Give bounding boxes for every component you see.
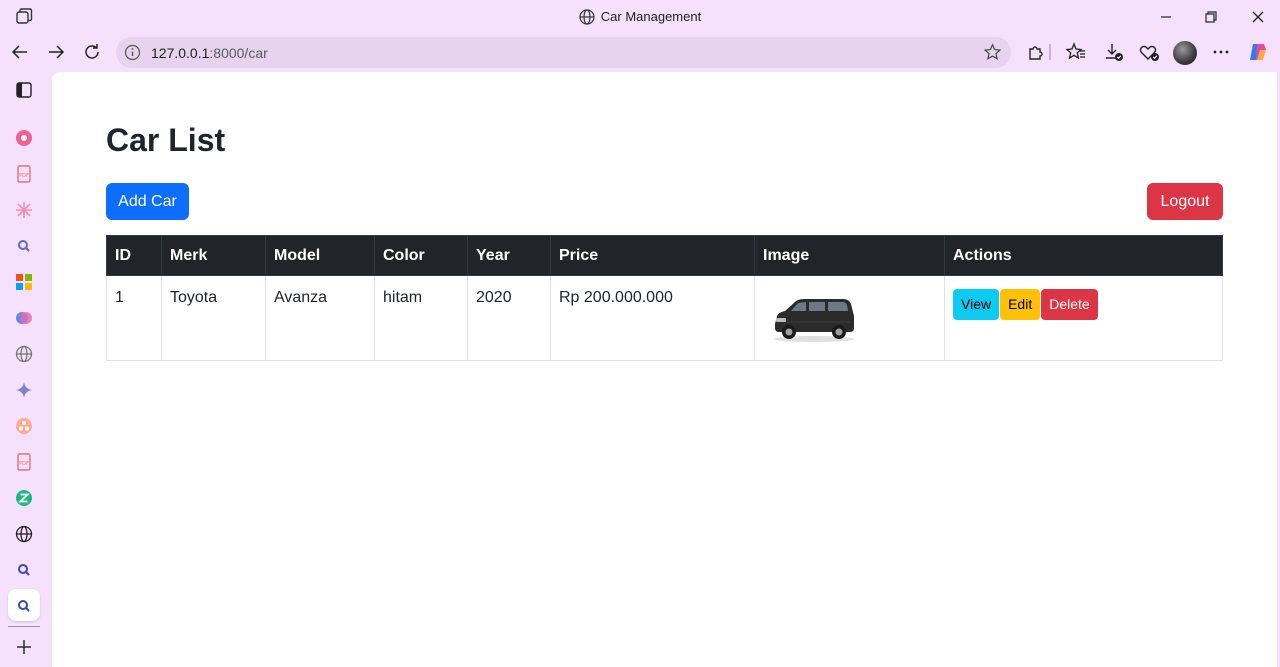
copilot-icon[interactable] xyxy=(1247,41,1269,63)
profile-avatar[interactable] xyxy=(1173,41,1197,65)
browser-essentials-icon[interactable] xyxy=(1138,41,1160,63)
page-title: Car List xyxy=(106,122,226,158)
svg-text:PDF: PDF xyxy=(19,173,29,179)
sidebar-toggle-icon[interactable] xyxy=(14,80,34,100)
cell-merk: Toyota xyxy=(161,275,266,361)
page-content: Car List Add Car Logout ID Merk Model Co… xyxy=(52,72,1277,667)
window-title-text: Car Management xyxy=(600,9,702,24)
url-host: 127.0.0.1 xyxy=(151,45,210,61)
url-path: :8000/car xyxy=(209,45,268,61)
site-info-icon[interactable] xyxy=(124,44,141,61)
close-icon[interactable] xyxy=(1247,6,1269,28)
header-image: Image xyxy=(754,235,945,276)
header-actions: Actions xyxy=(944,235,1223,276)
minimize-icon[interactable] xyxy=(1155,6,1177,28)
header-id: ID xyxy=(106,235,162,276)
cell-actions: View Edit Delete xyxy=(944,275,1223,361)
sidebar-divider xyxy=(8,626,40,627)
header-price: Price xyxy=(550,235,755,276)
back-icon[interactable] xyxy=(9,41,31,63)
pdf-icon[interactable]: PDF xyxy=(14,164,34,184)
cell-id: 1 xyxy=(106,275,162,361)
cell-price: Rp 200.000.000 xyxy=(550,275,755,361)
cell-year: 2020 xyxy=(467,275,551,361)
sparkle-icon[interactable] xyxy=(14,200,34,220)
header-merk: Merk xyxy=(161,235,266,276)
car-image xyxy=(774,299,854,342)
header-color: Color xyxy=(374,235,468,276)
search-icon[interactable] xyxy=(14,236,34,256)
globe-icon[interactable] xyxy=(14,524,34,544)
header-year: Year xyxy=(467,235,551,276)
browser-toolbar: 127.0.0.1:8000/car xyxy=(0,34,1280,70)
more-options-icon[interactable] xyxy=(1210,41,1232,63)
copilot-icon[interactable] xyxy=(14,308,34,328)
cell-color: hitam xyxy=(374,275,468,361)
edit-button[interactable]: Edit xyxy=(1000,289,1041,320)
music-icon[interactable] xyxy=(14,128,34,148)
downloads-icon[interactable] xyxy=(1102,41,1124,63)
toolbar-divider xyxy=(1049,44,1051,60)
globe-icon[interactable] xyxy=(14,344,34,364)
view-button[interactable]: View xyxy=(953,289,1000,320)
pdf-icon[interactable]: PDF xyxy=(14,452,34,472)
globe-icon xyxy=(579,9,595,25)
extensions-icon[interactable] xyxy=(1025,41,1047,63)
add-icon[interactable] xyxy=(14,637,34,657)
favorites-icon[interactable] xyxy=(1065,41,1087,63)
window-title: Car Management xyxy=(0,9,1280,25)
header-model: Model xyxy=(265,235,375,276)
add-car-button[interactable]: Add Car xyxy=(106,183,189,220)
delete-button[interactable]: Delete xyxy=(1041,289,1098,320)
table-row: 1 Toyota Avanza hitam 2020 Rp 200.000.00… xyxy=(106,275,1223,361)
url-text[interactable]: 127.0.0.1:8000/car xyxy=(151,45,268,61)
car-table: ID Merk Model Color Year Price Image Act… xyxy=(106,235,1223,361)
svg-text:PDF: PDF xyxy=(19,461,29,467)
cell-model: Avanza xyxy=(265,275,375,361)
title-bar: Car Management xyxy=(0,0,1280,34)
cell-image xyxy=(754,275,945,361)
search-icon[interactable] xyxy=(14,560,34,580)
refresh-icon[interactable] xyxy=(81,41,103,63)
browser-sidebar: PDF PDF xyxy=(0,72,48,667)
favorite-star-icon[interactable] xyxy=(983,43,1002,62)
table-header-row: ID Merk Model Color Year Price Image Act… xyxy=(106,235,1223,276)
office-icon[interactable] xyxy=(14,272,34,292)
restore-icon[interactable] xyxy=(1200,6,1222,28)
share-icon[interactable] xyxy=(14,416,34,436)
logout-button[interactable]: Logout xyxy=(1147,183,1223,220)
ai-star-icon[interactable] xyxy=(14,380,34,400)
forward-icon[interactable] xyxy=(45,41,67,63)
search-icon[interactable] xyxy=(14,596,34,616)
address-bar[interactable]: 127.0.0.1:8000/car xyxy=(116,37,1011,68)
z-app-icon[interactable] xyxy=(14,488,34,508)
